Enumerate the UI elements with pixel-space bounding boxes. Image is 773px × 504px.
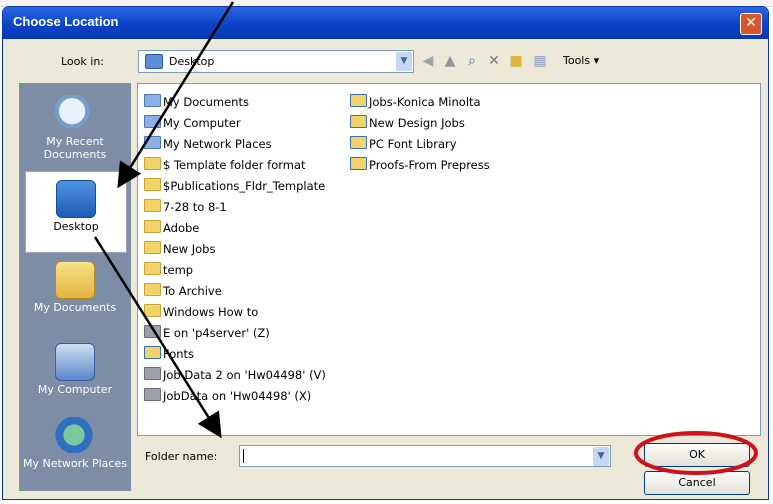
choose-location-dialog: Choose Location ✕ Look in: Desktop ▼ ◀ ▲… <box>2 6 769 500</box>
place-network-places[interactable]: My Network Places <box>19 409 131 489</box>
look-in-dropdown[interactable]: Desktop ▼ <box>138 50 414 73</box>
up-folder-icon[interactable]: ▲ <box>441 51 459 71</box>
folder-icon <box>144 199 161 212</box>
look-in-label: Look in: <box>61 55 104 68</box>
list-item[interactable]: 7-28 to 8-1 <box>144 199 227 216</box>
file-list: My Documents My Computer My Network Plac… <box>137 83 761 436</box>
list-item[interactable]: $Publications_Fldr_Template <box>144 178 325 195</box>
list-item[interactable]: New Design Jobs <box>350 115 465 132</box>
folder-icon <box>144 241 161 254</box>
list-item[interactable]: JobData on 'Hw04498' (X) <box>144 388 311 405</box>
my-documents-icon <box>144 94 161 107</box>
list-item[interactable]: E on 'p4server' (Z) <box>144 325 270 342</box>
list-item[interactable]: To Archive <box>144 283 222 300</box>
network-drive-icon <box>144 367 161 380</box>
folder-icon <box>144 262 161 275</box>
list-item[interactable]: Job Data 2 on 'Hw04498' (V) <box>144 367 326 384</box>
tools-menu[interactable]: Tools ▾ <box>563 51 623 71</box>
shared-folder-icon <box>350 94 367 107</box>
window-title: Choose Location <box>13 14 119 29</box>
list-item[interactable]: $ Template folder format <box>144 157 306 174</box>
list-item[interactable]: My Network Places <box>144 136 272 153</box>
ok-button[interactable]: OK <box>644 443 750 467</box>
new-folder-icon[interactable]: ■ <box>507 51 525 71</box>
desktop-icon <box>56 180 96 218</box>
folder-icon <box>144 157 161 170</box>
shared-folder-icon <box>350 157 367 170</box>
chevron-down-icon[interactable]: ▼ <box>396 52 412 71</box>
folder-icon <box>144 304 161 317</box>
cancel-button[interactable]: Cancel <box>644 471 750 495</box>
my-computer-icon <box>55 343 95 381</box>
list-item[interactable]: PC Font Library <box>350 136 457 153</box>
list-item[interactable]: temp <box>144 262 193 279</box>
list-item[interactable]: New Jobs <box>144 241 215 258</box>
place-label: My Documents <box>33 301 117 314</box>
shared-folder-icon <box>350 136 367 149</box>
place-recent-documents[interactable]: My Recent Documents <box>19 87 131 167</box>
list-item[interactable]: Fonts <box>144 346 194 363</box>
views-icon[interactable]: ▦ <box>531 51 549 71</box>
list-item[interactable]: Windows How to <box>144 304 258 321</box>
place-my-documents[interactable]: My Documents <box>19 253 131 333</box>
list-item[interactable]: My Documents <box>144 94 249 111</box>
my-documents-icon <box>55 261 95 299</box>
text-caret <box>243 449 244 463</box>
place-label: Desktop <box>53 220 99 233</box>
delete-icon[interactable]: ✕ <box>485 51 503 71</box>
place-label: My Network Places <box>23 457 127 470</box>
list-item[interactable]: Jobs-Konica Minolta <box>350 94 481 111</box>
chevron-down-icon[interactable]: ▼ <box>593 447 609 466</box>
network-drive-icon <box>144 388 161 401</box>
shared-folder-icon <box>350 115 367 128</box>
place-label: My Computer <box>37 383 113 396</box>
folder-icon <box>144 178 161 191</box>
folder-icon <box>144 220 161 233</box>
places-bar: My Recent Documents Desktop My Documents… <box>19 83 131 491</box>
folder-name-input[interactable]: ▼ <box>239 445 611 467</box>
folder-icon <box>144 283 161 296</box>
place-label: My Recent Documents <box>43 135 107 161</box>
title-bar: Choose Location ✕ <box>3 7 768 39</box>
my-computer-icon <box>144 115 161 128</box>
shared-folder-icon <box>144 346 161 359</box>
search-web-icon[interactable]: ⌕ <box>463 51 481 71</box>
place-desktop[interactable]: Desktop <box>25 171 127 253</box>
list-item[interactable]: Adobe <box>144 220 199 237</box>
back-icon[interactable]: ◀ <box>419 51 437 71</box>
close-icon[interactable]: ✕ <box>740 13 762 35</box>
recent-documents-icon <box>55 95 93 131</box>
list-item[interactable]: Proofs-From Prepress <box>350 157 490 174</box>
network-places-icon <box>55 417 93 453</box>
list-item[interactable]: My Computer <box>144 115 241 132</box>
network-places-icon <box>144 136 161 149</box>
place-my-computer[interactable]: My Computer <box>19 335 131 415</box>
folder-name-label: Folder name: <box>145 450 218 463</box>
desktop-icon <box>145 54 163 69</box>
look-in-value: Desktop <box>169 55 215 68</box>
network-drive-icon <box>144 325 161 338</box>
